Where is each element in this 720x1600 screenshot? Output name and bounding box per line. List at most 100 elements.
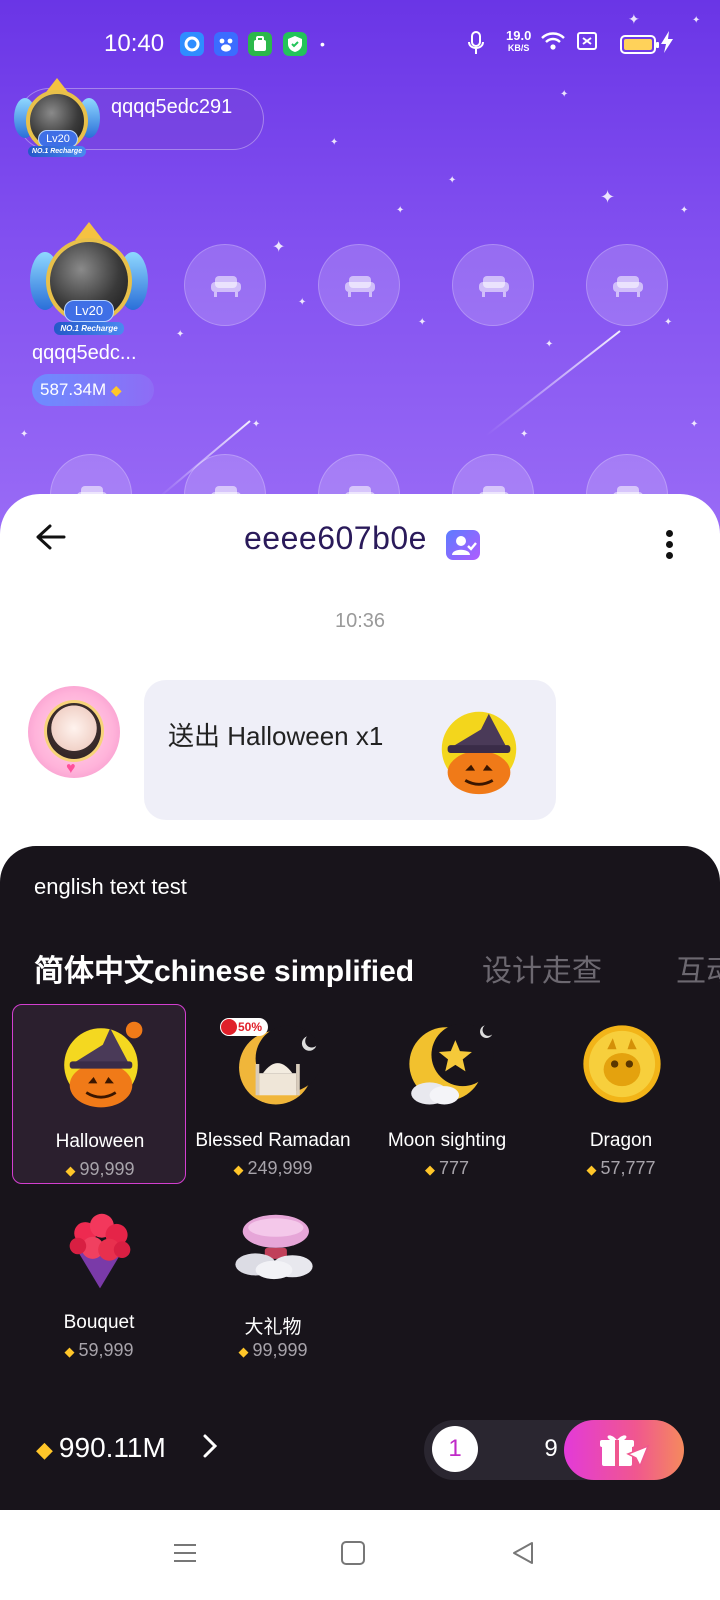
room-owner-name: qqqq5edc291 — [111, 96, 233, 118]
diamond-icon: ◆ — [238, 1344, 249, 1359]
discount-badge: 50% — [220, 1018, 269, 1036]
star-decoration: ✦ — [20, 429, 29, 440]
star-decoration: ✦ — [520, 429, 529, 440]
avatar — [44, 700, 104, 762]
tab-design-review[interactable]: 设计走查 — [482, 946, 602, 990]
security-shield-icon — [283, 32, 307, 56]
gift-price: ◆ 57,777 — [534, 1158, 708, 1179]
arrow-left-icon — [36, 524, 66, 550]
host-name: qqqq5edc... — [32, 342, 137, 364]
sender-avatar[interactable]: ♥ — [28, 686, 120, 778]
gift-price: ◆ 777 — [360, 1158, 534, 1179]
sofa-icon — [613, 276, 643, 297]
gift-name: 大礼物 — [244, 1317, 302, 1338]
network-speed: 19.0 KB/S — [506, 28, 532, 54]
star-decoration: ✦ — [298, 297, 307, 308]
halloween-gift-icon — [441, 711, 517, 795]
diamond-icon: ◆ — [36, 1437, 53, 1462]
moon-star-icon — [409, 1023, 494, 1105]
gift-price: ◆ 249,999 — [186, 1158, 360, 1179]
chevron-right-icon[interactable] — [202, 1432, 218, 1467]
gift-price-value: 99,999 — [79, 1159, 135, 1179]
gift-name: Bouquet — [63, 1312, 135, 1333]
star-decoration: ✦ — [690, 419, 699, 430]
gift-price-value: 249,999 — [247, 1158, 313, 1178]
tab-interaction[interactable]: 互动 — [676, 946, 720, 990]
empty-seat[interactable] — [184, 244, 266, 326]
baidu-notification-icon — [214, 32, 238, 56]
more-options-button[interactable] — [664, 530, 674, 562]
gift-panel-subtitle: english text test — [34, 874, 187, 899]
charging-icon — [660, 30, 674, 60]
host-diamond-count[interactable]: 587.34M ◆ — [32, 374, 154, 406]
gift-price: ◆ 59,999 — [12, 1340, 186, 1361]
no-sim-icon — [576, 30, 598, 58]
diamond-balance[interactable]: ◆ 990.11M — [36, 1432, 166, 1464]
more-dot-icon — [665, 541, 673, 548]
diamond-icon: ◆ — [586, 1162, 597, 1177]
sofa-icon — [479, 276, 509, 297]
star-decoration: ✦ — [600, 187, 616, 207]
quantity-option-1[interactable]: 1 — [432, 1426, 478, 1472]
star-decoration: ✦ — [252, 419, 261, 430]
discount-value: 50% — [238, 1020, 263, 1034]
diamond-icon: ◆ — [110, 382, 122, 398]
gift-item-blessed-ramadan[interactable]: 50% Blessed Ramadan ◆ 249,999 — [186, 1004, 360, 1184]
microphone-icon — [466, 30, 486, 62]
star-decoration: ✦ — [664, 317, 673, 328]
home-square-icon[interactable] — [340, 1540, 366, 1566]
navigation-bar — [0, 1510, 720, 1600]
more-dot-icon — [665, 530, 673, 537]
diamond-icon: ◆ — [233, 1162, 244, 1177]
gift-item-dragon[interactable]: Dragon ◆ 57,777 — [534, 1004, 708, 1184]
battery-icon — [620, 35, 659, 54]
status-bar: 10:40 • 19.0 KB/S — [0, 0, 720, 90]
gift-item-halloween[interactable]: Halloween ◆ 99,999 — [12, 1004, 186, 1184]
gift-price: ◆ 99,999 — [13, 1159, 187, 1180]
empty-seat[interactable] — [318, 244, 400, 326]
network-speed-unit: KB/S — [507, 43, 530, 53]
app-notification-icon — [180, 32, 204, 56]
message-text: 送出 Halloween x1 — [168, 721, 384, 751]
pumpkin-icon — [64, 1021, 143, 1108]
store-notification-icon — [248, 32, 272, 56]
gift-name: Dragon — [589, 1130, 653, 1151]
empty-seat[interactable] — [452, 244, 534, 326]
gift-price: ◆ 99,999 — [186, 1340, 360, 1361]
sofa-icon — [211, 276, 241, 297]
rose-bouquet-icon — [69, 1213, 131, 1289]
host-seat-avatar[interactable]: Lv20 NO.1 Recharge — [30, 222, 148, 338]
gift-item-big-gift[interactable]: 大礼物 ◆ 99,999 — [186, 1186, 360, 1366]
room-owner-avatar[interactable]: Lv20 NO.1 Recharge — [14, 78, 100, 160]
friend-badge-icon — [446, 530, 480, 560]
dot-indicator-icon: • — [320, 36, 325, 52]
menu-icon[interactable] — [172, 1540, 198, 1566]
status-time: 10:40 — [104, 30, 165, 57]
star-decoration: ✦ — [448, 175, 457, 186]
chat-title: eeee607b0e — [244, 520, 427, 556]
heart-icon: ♥ — [66, 760, 76, 777]
tab-chinese-simplified[interactable]: 简体中文chinese simplified — [34, 946, 414, 990]
gift-send-icon — [600, 1435, 650, 1468]
star-decoration: ✦ — [272, 239, 286, 256]
gift-price-value: 59,999 — [78, 1340, 134, 1360]
gift-name: Moon sighting — [387, 1130, 507, 1151]
star-decoration: ✦ — [545, 339, 554, 350]
gift-item-bouquet[interactable]: Bouquet ◆ 59,999 — [12, 1186, 186, 1366]
back-button[interactable] — [34, 522, 68, 552]
gift-name: Blessed Ramadan — [195, 1130, 351, 1151]
gift-item-moon-sighting[interactable]: Moon sighting ◆ 777 — [360, 1004, 534, 1184]
airship-icon — [235, 1214, 313, 1280]
empty-seat[interactable] — [586, 244, 668, 326]
network-speed-value: 19.0 — [506, 28, 532, 43]
gift-price-value: 57,777 — [600, 1158, 656, 1178]
star-decoration: ✦ — [560, 89, 569, 100]
more-dot-icon — [665, 552, 673, 559]
wifi-icon — [540, 30, 566, 58]
recharge-badge: NO.1 Recharge — [28, 146, 86, 157]
back-triangle-icon[interactable] — [510, 1540, 536, 1566]
host-diamond-value: 587.34M — [40, 380, 107, 399]
send-gift-button[interactable] — [564, 1420, 684, 1480]
diamond-icon: ◆ — [64, 1344, 75, 1359]
star-decoration: ✦ — [680, 205, 689, 216]
